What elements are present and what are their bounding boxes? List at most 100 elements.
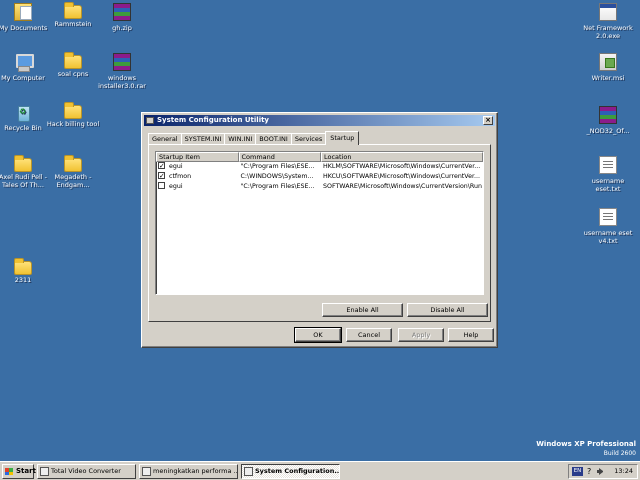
tab-startup[interactable]: Startup — [325, 131, 360, 145]
exe-icon — [599, 3, 617, 21]
system-configuration-icon — [244, 467, 253, 476]
text-file-icon — [599, 208, 617, 226]
folder-icon — [64, 2, 82, 19]
desktop-icon-label: username eset v4.txt — [583, 229, 633, 245]
folder-icon — [14, 155, 32, 172]
command-cell: C:\WINDOWS\System... — [240, 173, 314, 180]
my-computer-icon — [14, 53, 34, 72]
disable-all-button[interactable]: Disable All — [407, 303, 488, 317]
desktop-icon-label: soal cpns — [57, 70, 89, 78]
folder-icon — [14, 258, 32, 275]
column-header-location[interactable]: Location — [321, 152, 483, 162]
start-button[interactable]: Start — [2, 464, 36, 479]
taskbar-button-label: System Configuration... — [255, 467, 340, 475]
desktop-icon-label: My Computer — [1, 74, 45, 82]
help-icon[interactable]: ? — [587, 465, 591, 478]
text-file-icon — [599, 156, 617, 174]
desktop-icon-label: windows installer3.0.rar — [98, 74, 146, 90]
window-title: System Configuration Utility — [157, 116, 269, 124]
desktop-icon-gh-zip[interactable]: gh.zip — [93, 3, 151, 32]
desktop-icon-2311[interactable]: 2311 — [0, 258, 52, 284]
desktop-icon-hack-billing-tool[interactable]: Hack billing tool — [44, 102, 102, 128]
desktop-icon-username-eset[interactable]: username eset.txt — [579, 156, 637, 193]
msi-icon — [599, 53, 617, 71]
desktop-icon-label: Recycle Bin — [4, 124, 42, 132]
help-button[interactable]: Help — [448, 328, 494, 342]
table-row[interactable]: egui "C:\Program Files\ESE... HKLM\SOFTW… — [156, 162, 483, 172]
location-cell: SOFTWARE\Microsoft\Windows\CurrentVersio… — [323, 183, 482, 190]
startup-item-cell: ctfmon — [156, 172, 239, 182]
speaker-icon[interactable] — [597, 468, 604, 475]
taskbar-button-label: Total Video Converter — [51, 467, 121, 475]
taskbar-button-system-configuration[interactable]: System Configuration... — [241, 464, 340, 479]
list-header: Startup Item Command Location — [156, 152, 483, 162]
os-build: Build 2600 — [603, 450, 636, 457]
desktop-icon-label: Net Framework 2.0.exe — [583, 24, 633, 40]
folder-icon — [64, 102, 82, 119]
desktop-icon-nod32[interactable]: _NOD32_Of... — [579, 106, 637, 135]
desktop-icon-label: _NOD32_Of... — [586, 127, 630, 135]
system-tray: EN ? 13:24 — [568, 464, 638, 479]
start-label: Start — [16, 467, 36, 475]
taskbar-button-total-video-converter[interactable]: Total Video Converter — [37, 464, 136, 479]
video-converter-icon — [40, 467, 49, 476]
os-edition: Windows XP Professional — [536, 440, 636, 448]
table-row[interactable]: ctfmon C:\WINDOWS\System... HKCU\SOFTWAR… — [156, 172, 483, 182]
taskbar-button-browser[interactable]: meningkatkan performa ... — [139, 464, 238, 479]
location-cell: HKCU\SOFTWARE\Microsoft\Windows\CurrentV… — [323, 173, 480, 180]
desktop-icon-label: Rammstein — [54, 20, 92, 28]
taskbar: Start Total Video Converter meningkatkan… — [0, 461, 640, 480]
title-bar[interactable]: System Configuration Utility × — [144, 115, 495, 126]
startup-item-name: ctfmon — [169, 173, 192, 180]
cancel-button[interactable]: Cancel — [346, 328, 392, 342]
command-cell: "C:\Program Files\ESE... — [240, 183, 315, 190]
desktop-icon-windows-installer[interactable]: windows installer3.0.rar — [93, 53, 151, 90]
ok-button[interactable]: OK — [294, 327, 342, 343]
enable-all-button[interactable]: Enable All — [322, 303, 403, 317]
app-icon — [146, 117, 154, 124]
desktop-icon-username-eset-v4[interactable]: username eset v4.txt — [579, 208, 637, 245]
winrar-archive-icon — [113, 3, 131, 21]
windows-version-watermark: Windows XP Professional Build 2600 — [536, 440, 636, 458]
browser-icon — [142, 467, 151, 476]
close-icon: × — [485, 116, 491, 124]
startup-panel: Startup Item Command Location egui "C:\P… — [148, 144, 491, 322]
language-indicator[interactable]: EN — [572, 467, 583, 476]
windows-logo-icon — [5, 468, 13, 475]
taskbar-button-label: meningkatkan performa ... — [153, 467, 238, 475]
desktop-icon-label: Megadeth - Endgam... — [54, 173, 92, 189]
desktop-icon-label: My Documents — [0, 24, 48, 32]
startup-item-cell: egui — [156, 162, 239, 172]
startup-item-name: egui — [169, 183, 183, 190]
folder-icon — [64, 155, 82, 172]
table-row[interactable]: egui "C:\Program Files\ESE... SOFTWARE\M… — [156, 182, 483, 192]
my-documents-icon — [14, 3, 32, 21]
winrar-archive-icon — [599, 106, 617, 124]
desktop-icon-label: 2311 — [14, 276, 32, 284]
location-cell: HKLM\SOFTWARE\Microsoft\Windows\CurrentV… — [323, 163, 481, 170]
column-header-command[interactable]: Command — [238, 152, 321, 162]
command-cell: "C:\Program Files\ESE... — [240, 163, 315, 170]
desktop-icon-megadeth[interactable]: Megadeth - Endgam... — [44, 155, 102, 189]
startup-item-checkbox[interactable] — [158, 172, 165, 181]
desktop-icon-net-framework[interactable]: Net Framework 2.0.exe — [579, 3, 637, 40]
clock[interactable]: 13:24 — [614, 465, 633, 478]
desktop-icon-label: Axel Rudi Pell - Tales Of Th... — [0, 173, 48, 189]
folder-icon — [64, 52, 82, 69]
startup-item-cell: egui — [156, 182, 239, 192]
desktop-icon-writer-msi[interactable]: Writer.msi — [579, 53, 637, 82]
close-button[interactable]: × — [483, 116, 493, 125]
desktop-icon-label: gh.zip — [112, 24, 132, 32]
desktop-icon-label: username eset.txt — [591, 177, 625, 193]
apply-button[interactable]: Apply — [398, 328, 444, 342]
winrar-archive-icon — [113, 53, 131, 71]
startup-list[interactable]: Startup Item Command Location egui "C:\P… — [155, 151, 484, 295]
desktop-icon-label: Writer.msi — [591, 74, 625, 82]
startup-item-name: egui — [169, 163, 183, 170]
tab-strip: General SYSTEM.INI WIN.INI BOOT.INI Serv… — [148, 131, 360, 145]
startup-item-checkbox[interactable] — [158, 182, 165, 189]
recycle-bin-icon — [14, 103, 32, 122]
desktop-icon-label: Hack billing tool — [46, 120, 100, 128]
column-header-startup-item[interactable]: Startup Item — [156, 152, 239, 162]
startup-item-checkbox[interactable] — [158, 162, 165, 171]
